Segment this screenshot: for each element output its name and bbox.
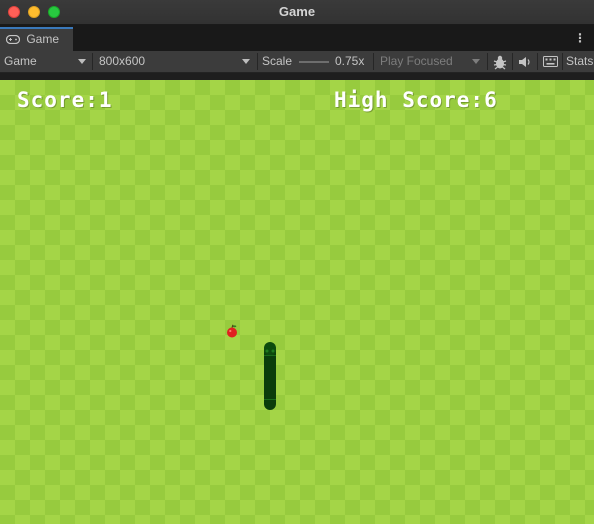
chevron-down-icon [472, 59, 480, 64]
tab-strip: Game ⋮ [0, 25, 594, 51]
game-viewport[interactable]: Score:1 High Score:6 [0, 80, 594, 524]
gamepad-icon [6, 35, 20, 45]
display-dropdown-value: Game [4, 54, 37, 68]
game-toolbar: Game 800x600 Scale 0.75x Play Focused St… [0, 51, 594, 73]
resolution-dropdown-value: 800x600 [99, 54, 146, 68]
scale-label: Scale [262, 54, 293, 68]
display-dropdown[interactable]: Game [0, 51, 92, 72]
score-label: Score:1 [17, 88, 113, 112]
window-titlebar: Game [0, 0, 594, 25]
tab-label: Game [26, 32, 60, 46]
resolution-dropdown[interactable]: 800x600 [94, 51, 256, 72]
play-mode-dropdown[interactable]: Play Focused [376, 51, 486, 72]
high-score-label: High Score:6 [334, 88, 498, 112]
apple-icon [227, 324, 237, 338]
speaker-icon[interactable] [518, 55, 532, 69]
stats-button[interactable]: Stats [566, 51, 593, 72]
scale-value: 0.75x [335, 54, 365, 68]
bug-icon[interactable] [492, 54, 508, 70]
keyboard-icon[interactable] [543, 56, 558, 67]
scale-slider[interactable] [299, 61, 329, 63]
snake [264, 342, 276, 410]
more-options-icon[interactable]: ⋮ [574, 31, 586, 45]
tab-game[interactable]: Game [0, 27, 73, 51]
viewport-gap [0, 73, 594, 80]
chevron-down-icon [78, 59, 86, 64]
play-mode-value: Play Focused [380, 54, 453, 68]
chevron-down-icon [242, 59, 250, 64]
window-title: Game [278, 4, 316, 19]
